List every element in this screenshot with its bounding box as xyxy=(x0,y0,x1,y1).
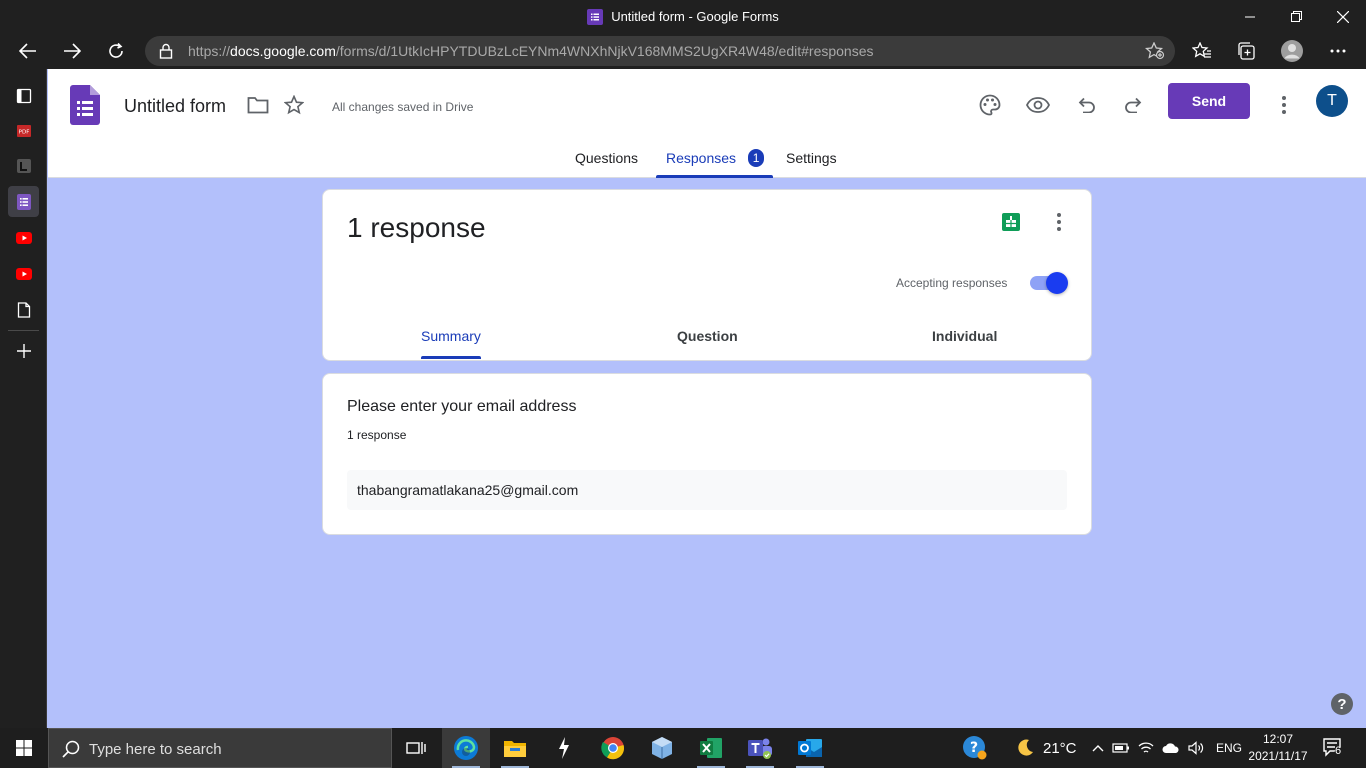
forms-favicon-icon xyxy=(587,8,604,25)
notification-count-badge: 6 xyxy=(1335,745,1342,757)
file-explorer-icon[interactable] xyxy=(491,728,539,768)
show-hidden-icons-icon[interactable] xyxy=(1092,744,1104,752)
restore-button[interactable] xyxy=(1273,0,1319,33)
clock-time: 12:07 xyxy=(1262,732,1294,746)
youtube-tab-icon[interactable] xyxy=(8,222,39,253)
subtab-individual[interactable]: Individual xyxy=(932,328,997,362)
volume-icon[interactable] xyxy=(1188,741,1204,755)
customize-theme-icon[interactable] xyxy=(978,93,1002,117)
edge-app-icon[interactable] xyxy=(442,728,490,768)
app-shortcut-icon[interactable] xyxy=(540,728,588,768)
preview-eye-icon[interactable] xyxy=(1026,93,1050,117)
chrome-app-icon[interactable] xyxy=(589,728,637,768)
sidebar-divider xyxy=(8,330,39,331)
tab-actions-icon[interactable] xyxy=(8,80,39,111)
clock-date: 2021/11/17 xyxy=(1248,749,1308,763)
system-tray: ENG xyxy=(1092,728,1242,768)
window-titlebar: Untitled form - Google Forms xyxy=(0,0,1366,33)
windows-start-icon[interactable] xyxy=(0,728,48,768)
account-avatar[interactable]: T xyxy=(1316,85,1348,117)
weather-temperature: 21°C xyxy=(1043,739,1077,757)
back-button[interactable] xyxy=(14,37,42,65)
help-icon[interactable]: ? xyxy=(1331,693,1353,715)
accepting-responses-toggle[interactable] xyxy=(1030,272,1068,294)
settings-more-icon[interactable] xyxy=(1324,37,1352,65)
move-to-folder-icon[interactable] xyxy=(246,93,270,117)
virtualbox-app-icon[interactable] xyxy=(638,728,686,768)
browser-toolbar: https://docs.google.com/forms/d/1UtkIcHP… xyxy=(0,33,1366,69)
tab-settings[interactable]: Settings xyxy=(786,141,837,178)
profile-icon[interactable] xyxy=(1278,37,1306,65)
undo-icon[interactable] xyxy=(1074,93,1098,117)
question-title: Please enter your email address xyxy=(347,398,577,415)
redo-icon[interactable] xyxy=(1122,93,1146,117)
refresh-button[interactable] xyxy=(102,37,130,65)
forms-tab-icon[interactable] xyxy=(8,186,39,217)
battery-icon[interactable] xyxy=(1112,742,1130,754)
onedrive-cloud-icon[interactable] xyxy=(1162,742,1180,754)
forms-header: Untitled form All changes saved in Drive… xyxy=(48,69,1366,178)
add-favorite-icon[interactable] xyxy=(1145,42,1165,60)
search-icon xyxy=(62,740,80,758)
save-status: All changes saved in Drive xyxy=(332,100,474,114)
tab-questions[interactable]: Questions xyxy=(575,141,638,178)
subtab-question[interactable]: Question xyxy=(677,328,738,362)
google-forms-logo-icon[interactable] xyxy=(70,85,100,125)
responses-count-badge: 1 xyxy=(748,149,765,167)
favorites-icon[interactable] xyxy=(1188,37,1216,65)
more-options-icon[interactable] xyxy=(1272,93,1296,117)
taskbar-clock[interactable]: 12:07 2021/11/17 xyxy=(1238,731,1318,765)
help-tray-icon[interactable]: ? xyxy=(962,728,988,768)
new-tab-icon[interactable] xyxy=(8,335,39,366)
close-button[interactable] xyxy=(1320,0,1366,33)
responses-summary-card: 1 response Accepting responses Summary Q… xyxy=(322,189,1092,361)
outlook-app-icon[interactable] xyxy=(786,728,834,768)
form-tabs: Questions Responses 1 Settings xyxy=(48,141,1366,178)
question-response-count: 1 response xyxy=(347,428,407,442)
browser-sidebar: PDF xyxy=(0,69,47,728)
weather-widget[interactable]: 21°C xyxy=(1015,728,1077,768)
minimize-button[interactable] xyxy=(1227,0,1273,33)
url-text[interactable]: https://docs.google.com/forms/d/1UtkIcHP… xyxy=(188,36,874,66)
more-options-icon[interactable] xyxy=(1049,212,1069,232)
accepting-responses-label: Accepting responses xyxy=(896,276,1008,290)
teams-app-icon[interactable] xyxy=(736,728,784,768)
lock-icon[interactable] xyxy=(159,43,173,59)
excel-app-icon[interactable] xyxy=(687,728,735,768)
task-view-icon[interactable] xyxy=(392,728,440,768)
form-title[interactable]: Untitled form xyxy=(124,96,226,117)
subtab-summary[interactable]: Summary xyxy=(421,328,481,362)
question-summary-card: Please enter your email address 1 respon… xyxy=(322,373,1092,535)
taskbar-search-input[interactable]: Type here to search xyxy=(48,728,392,768)
collections-icon[interactable] xyxy=(1232,37,1260,65)
tab-responses[interactable]: Responses 1 xyxy=(656,141,774,178)
svg-text:PDF: PDF xyxy=(18,129,29,135)
windows-taskbar: Type here to search ? 21°C ENG 12:07 202… xyxy=(0,728,1366,768)
star-icon[interactable] xyxy=(282,93,306,117)
forward-button[interactable] xyxy=(58,37,86,65)
wifi-icon[interactable] xyxy=(1138,741,1154,755)
svg-text:?: ? xyxy=(970,740,978,756)
library-tab-icon[interactable] xyxy=(8,150,39,181)
response-count-heading: 1 response xyxy=(347,212,486,243)
document-tab-icon[interactable] xyxy=(8,294,39,325)
window-title: Untitled form - Google Forms xyxy=(611,9,779,24)
pdf-tab-icon[interactable]: PDF xyxy=(8,115,39,146)
notification-center-icon[interactable]: 6 xyxy=(1322,728,1346,768)
link-to-sheets-icon[interactable] xyxy=(1001,212,1021,232)
send-button[interactable]: Send xyxy=(1168,83,1250,119)
moon-icon xyxy=(1015,738,1035,758)
address-bar[interactable]: https://docs.google.com/forms/d/1UtkIcHP… xyxy=(145,36,1175,66)
youtube-tab-icon[interactable] xyxy=(8,258,39,289)
response-entry: thabangramatlakana25@gmail.com xyxy=(347,470,1067,510)
